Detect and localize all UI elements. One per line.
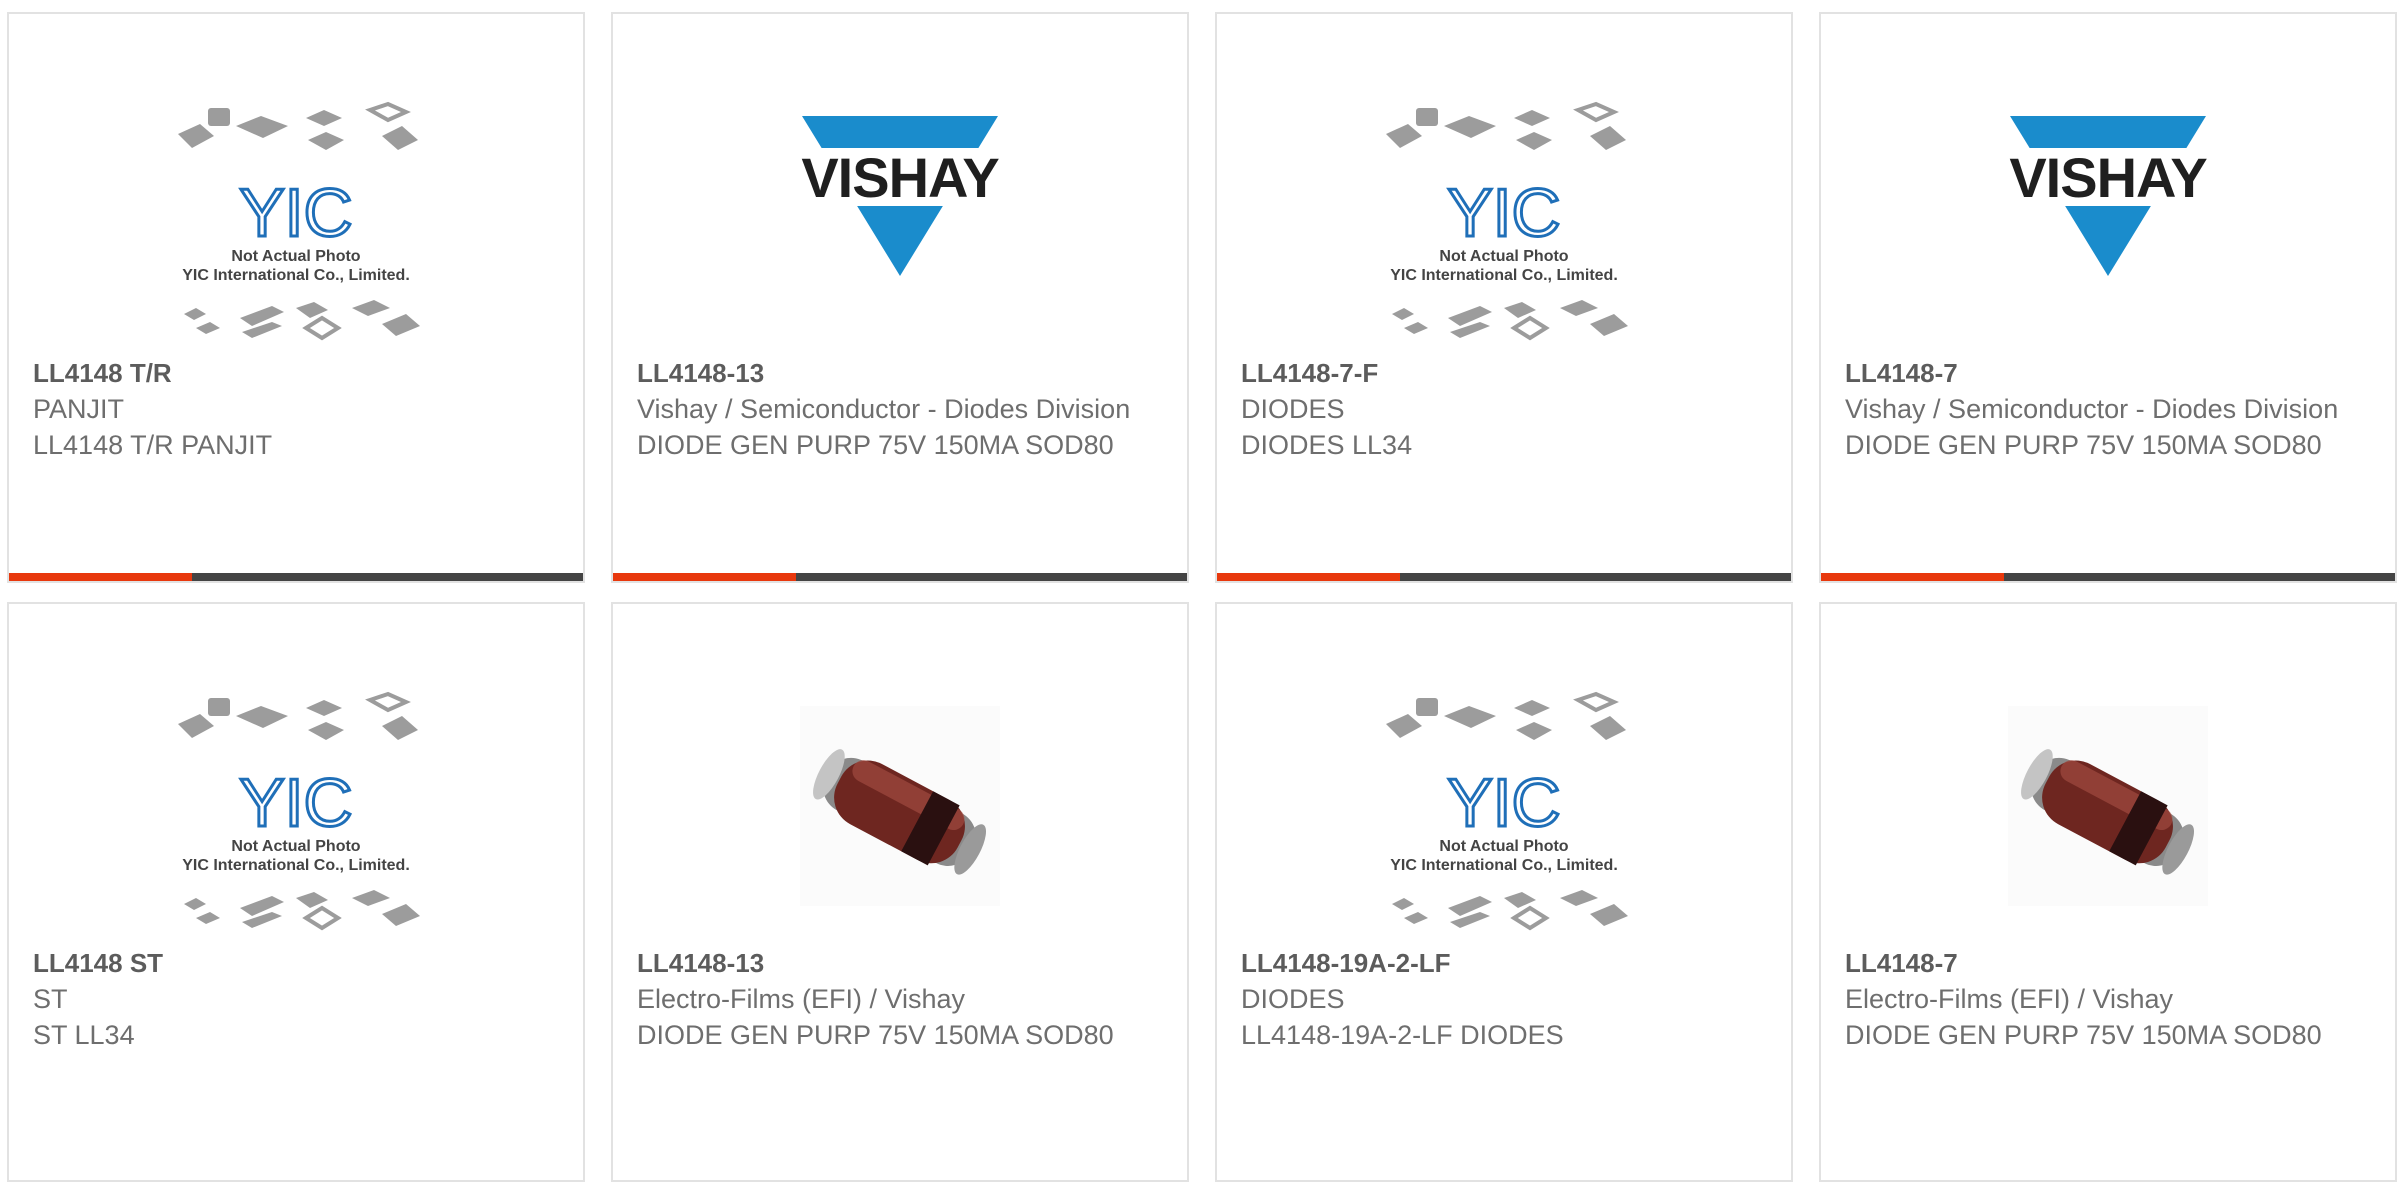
description: LL4148-19A-2-LF DIODES (1241, 1020, 1564, 1050)
description: DIODE GEN PURP 75V 150MA SOD80 (637, 1020, 1114, 1050)
svg-text:YIC: YIC (239, 765, 352, 841)
svg-text:YIC International Co., Limited: YIC International Co., Limited. (1390, 267, 1618, 284)
product-image-placeholder[interactable]: YIC Not Actual Photo YIC International C… (156, 96, 436, 346)
manufacturer: Vishay / Semiconductor - Diodes Division (1845, 394, 2339, 424)
svg-text:Not Actual Photo: Not Actual Photo (231, 248, 360, 265)
diode-photo-image[interactable] (1968, 686, 2248, 936)
svg-text:VISHAY: VISHAY (2009, 146, 2207, 209)
card-accent-bar (1217, 573, 1400, 581)
product-grid: YIC Not Actual Photo YIC International C… (0, 0, 2400, 1182)
product-info: LL4148-13 Electro-Films (EFI) / Vishay D… (637, 945, 1167, 1053)
description: DIODE GEN PURP 75V 150MA SOD80 (1845, 1020, 2322, 1050)
product-image-placeholder[interactable]: YIC Not Actual Photo YIC International C… (156, 686, 436, 936)
card-bottom-bar (1217, 573, 1791, 581)
manufacturer: DIODES (1241, 984, 1345, 1014)
product-image-placeholder[interactable]: YIC Not Actual Photo YIC International C… (1364, 96, 1644, 346)
description: DIODE GEN PURP 75V 150MA SOD80 (637, 430, 1114, 460)
description: ST LL34 (33, 1020, 135, 1050)
manufacturer: Electro-Films (EFI) / Vishay (637, 984, 966, 1014)
svg-text:YIC: YIC (1447, 765, 1560, 841)
card-accent-bar (9, 573, 192, 581)
card-bottom-bar (9, 573, 583, 581)
vishay-logo-image[interactable]: VISHAY (760, 96, 1040, 346)
product-card[interactable]: LL4148-7 Electro-Films (EFI) / Vishay DI… (1819, 602, 2397, 1182)
card-accent-bar (613, 573, 796, 581)
part-number[interactable]: LL4148 ST (33, 945, 563, 981)
vishay-logo-image[interactable]: VISHAY (1968, 96, 2248, 346)
description: DIODE GEN PURP 75V 150MA SOD80 (1845, 430, 2322, 460)
part-number[interactable]: LL4148-7 (1845, 355, 2375, 391)
svg-text:YIC: YIC (239, 175, 352, 251)
svg-text:YIC: YIC (1447, 175, 1560, 251)
description: LL4148 T/R PANJIT (33, 430, 273, 460)
card-bottom-bar (1821, 573, 2395, 581)
diode-photo-image[interactable] (760, 686, 1040, 936)
manufacturer: Electro-Films (EFI) / Vishay (1845, 984, 2174, 1014)
product-card[interactable]: YIC Not Actual Photo YIC International C… (1215, 12, 1793, 583)
product-card[interactable]: VISHAY LL4148-7 Vishay / Semiconductor -… (1819, 12, 2397, 583)
product-info: LL4148 T/R PANJIT LL4148 T/R PANJIT (33, 355, 563, 463)
manufacturer: Vishay / Semiconductor - Diodes Division (637, 394, 1131, 424)
svg-text:Not Actual Photo: Not Actual Photo (231, 838, 360, 855)
product-info: LL4148-7 Electro-Films (EFI) / Vishay DI… (1845, 945, 2375, 1053)
product-card[interactable]: YIC Not Actual Photo YIC International C… (1215, 602, 1793, 1182)
svg-text:YIC International Co., Limited: YIC International Co., Limited. (1390, 857, 1618, 874)
svg-text:VISHAY: VISHAY (801, 146, 999, 209)
part-number[interactable]: LL4148-19A-2-LF (1241, 945, 1771, 981)
svg-text:Not Actual Photo: Not Actual Photo (1439, 248, 1568, 265)
product-card[interactable]: VISHAY LL4148-13 Vishay / Semiconductor … (611, 12, 1189, 583)
manufacturer: ST (33, 984, 68, 1014)
product-card[interactable]: YIC Not Actual Photo YIC International C… (7, 12, 585, 583)
product-info: LL4148 ST ST ST LL34 (33, 945, 563, 1053)
product-card[interactable]: YIC Not Actual Photo YIC International C… (7, 602, 585, 1182)
description: DIODES LL34 (1241, 430, 1413, 460)
manufacturer: PANJIT (33, 394, 125, 424)
card-accent-bar (1821, 573, 2004, 581)
product-image-placeholder[interactable]: YIC Not Actual Photo YIC International C… (1364, 686, 1644, 936)
svg-text:YIC International Co., Limited: YIC International Co., Limited. (182, 857, 410, 874)
product-info: LL4148-7 Vishay / Semiconductor - Diodes… (1845, 355, 2375, 463)
manufacturer: DIODES (1241, 394, 1345, 424)
part-number[interactable]: LL4148 T/R (33, 355, 563, 391)
product-info: LL4148-13 Vishay / Semiconductor - Diode… (637, 355, 1167, 463)
product-info: LL4148-19A-2-LF DIODES LL4148-19A-2-LF D… (1241, 945, 1771, 1053)
product-card[interactable]: LL4148-13 Electro-Films (EFI) / Vishay D… (611, 602, 1189, 1182)
part-number[interactable]: LL4148-7-F (1241, 355, 1771, 391)
svg-text:YIC International Co., Limited: YIC International Co., Limited. (182, 267, 410, 284)
svg-text:Not Actual Photo: Not Actual Photo (1439, 838, 1568, 855)
part-number[interactable]: LL4148-13 (637, 355, 1167, 391)
product-info: LL4148-7-F DIODES DIODES LL34 (1241, 355, 1771, 463)
card-bottom-bar (613, 573, 1187, 581)
part-number[interactable]: LL4148-13 (637, 945, 1167, 981)
part-number[interactable]: LL4148-7 (1845, 945, 2375, 981)
